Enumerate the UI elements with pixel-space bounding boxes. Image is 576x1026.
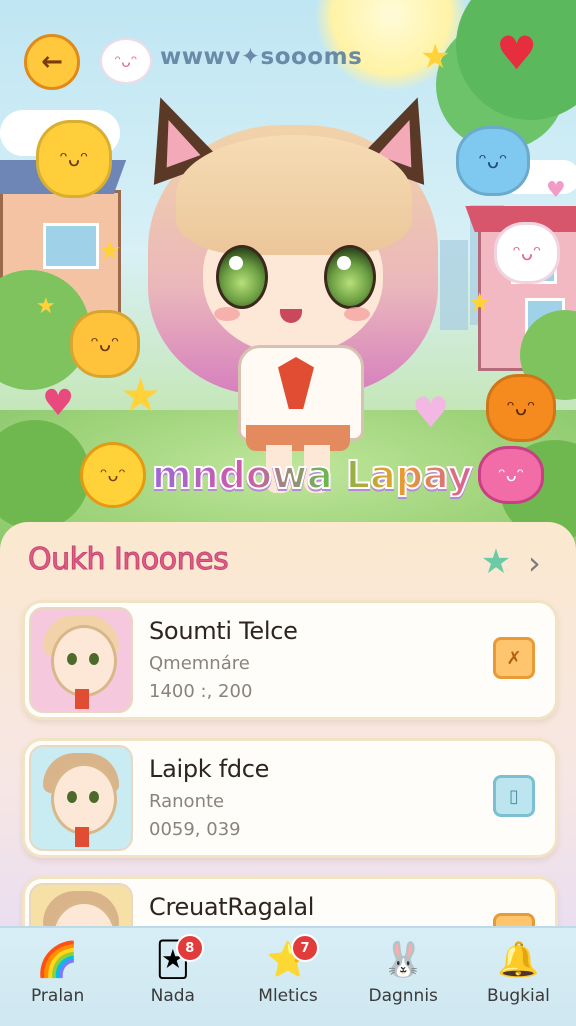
content-panel: Oukh Inoones ★ › Soumti Telce Qmemnáre 1… — [0, 522, 576, 996]
list-item[interactable]: Soumti Telce Qmemnáre 1400 :, 200 ✗ — [22, 600, 558, 720]
star-icon: ★ — [420, 37, 451, 77]
site-title: wwwv✦soooms — [160, 44, 363, 70]
item-value: 1400 :, 200 — [149, 681, 253, 702]
character-illustration — [126, 85, 458, 495]
heart-icon: ♥ — [496, 26, 538, 80]
nav-item-pralan[interactable]: 🌈 Pralan — [0, 928, 115, 1026]
character-thumbnail — [29, 745, 133, 851]
section-title: Oukh Inoones — [27, 542, 229, 578]
star-icon: ★ — [36, 294, 56, 319]
bottom-nav: 🌈 Pralan 🃏 8 Nada ⭐ 7 Mletics 🐰 Dagnnis … — [0, 926, 576, 1026]
blue-star-icon: ⭐ 7 — [265, 934, 319, 982]
star-icon: ★ — [468, 288, 492, 318]
back-button[interactable]: ← — [24, 34, 80, 90]
yellow-blob-icon: ᵔᴗᵔ — [36, 120, 112, 198]
star-icon[interactable]: ★ — [478, 542, 514, 582]
star-mascot-icon: ᵔᴗᵔ — [80, 442, 146, 508]
item-title: Soumti Telce — [149, 617, 298, 645]
heart-icon: ♥ — [546, 178, 566, 203]
blue-blob-icon: ᵔᴗᵔ — [456, 126, 530, 196]
item-action-button[interactable]: ✗ — [493, 637, 535, 679]
item-title: Laipk fdce — [149, 755, 270, 783]
list-item[interactable]: Laipk fdce Ranonte 0059, 039 ▯ — [22, 738, 558, 858]
item-value: 0059, 039 — [149, 819, 241, 840]
notification-badge: 8 — [175, 934, 204, 962]
cloud-blob-icon: ᵔᴗᵔ — [494, 222, 560, 284]
item-title: CreuatRagalal — [149, 893, 315, 921]
bell-icon: 🔔 — [497, 940, 540, 980]
cloud-logo-icon: ᵔᴗᵔ — [100, 38, 152, 84]
nav-label: Mletics — [258, 986, 318, 1006]
pink-cat-icon: ᵔᴗᵔ — [478, 446, 545, 504]
nav-label: Pralan — [30, 986, 85, 1006]
star-icon: ★ — [98, 236, 122, 266]
nav-label: Bugkial — [486, 986, 550, 1006]
orange-blob-icon: ᵔᴗᵔ — [486, 374, 556, 442]
nav-item-mletics[interactable]: ⭐ 7 Mletics — [230, 928, 345, 1026]
nav-label: Dagnnis — [368, 986, 438, 1006]
nav-label: Nada — [150, 986, 195, 1006]
nav-item-nada[interactable]: 🃏 8 Nada — [115, 928, 230, 1026]
item-subtitle: Ranonte — [149, 791, 225, 812]
nav-item-dagnnis[interactable]: 🐰 Dagnnis — [346, 928, 461, 1026]
nav-item-bugkial[interactable]: 🔔 Bugkial — [461, 928, 576, 1026]
character-thumbnail — [29, 607, 133, 713]
item-action-button[interactable]: ▯ — [493, 775, 535, 817]
heart-icon: ♥ — [42, 383, 75, 424]
arrow-left-icon: ← — [41, 47, 63, 77]
rainbow-icon: 🌈 — [36, 940, 79, 980]
chevron-right-icon[interactable]: › — [528, 544, 541, 582]
hero-banner: ★ ♥ ★ ★ ★ ★ ★ ♥ ♥ ♥ ᵔᴗᵔ ᵔᴗᵔ ᵔᴗᵔ ᵔᴗᵔ ᵔᴗᵔ … — [0, 0, 576, 560]
game-logo-text: mndowa Lapay — [146, 452, 478, 498]
game-logo: ᵔᴗᵔ mndowa Lapay ᵔᴗᵔ — [80, 438, 545, 512]
notification-badge: 7 — [291, 934, 319, 962]
bunny-icon: 🐰 — [382, 940, 425, 980]
item-subtitle: Qmemnáre — [149, 653, 250, 674]
card-icon: 🃏 8 — [150, 934, 204, 982]
